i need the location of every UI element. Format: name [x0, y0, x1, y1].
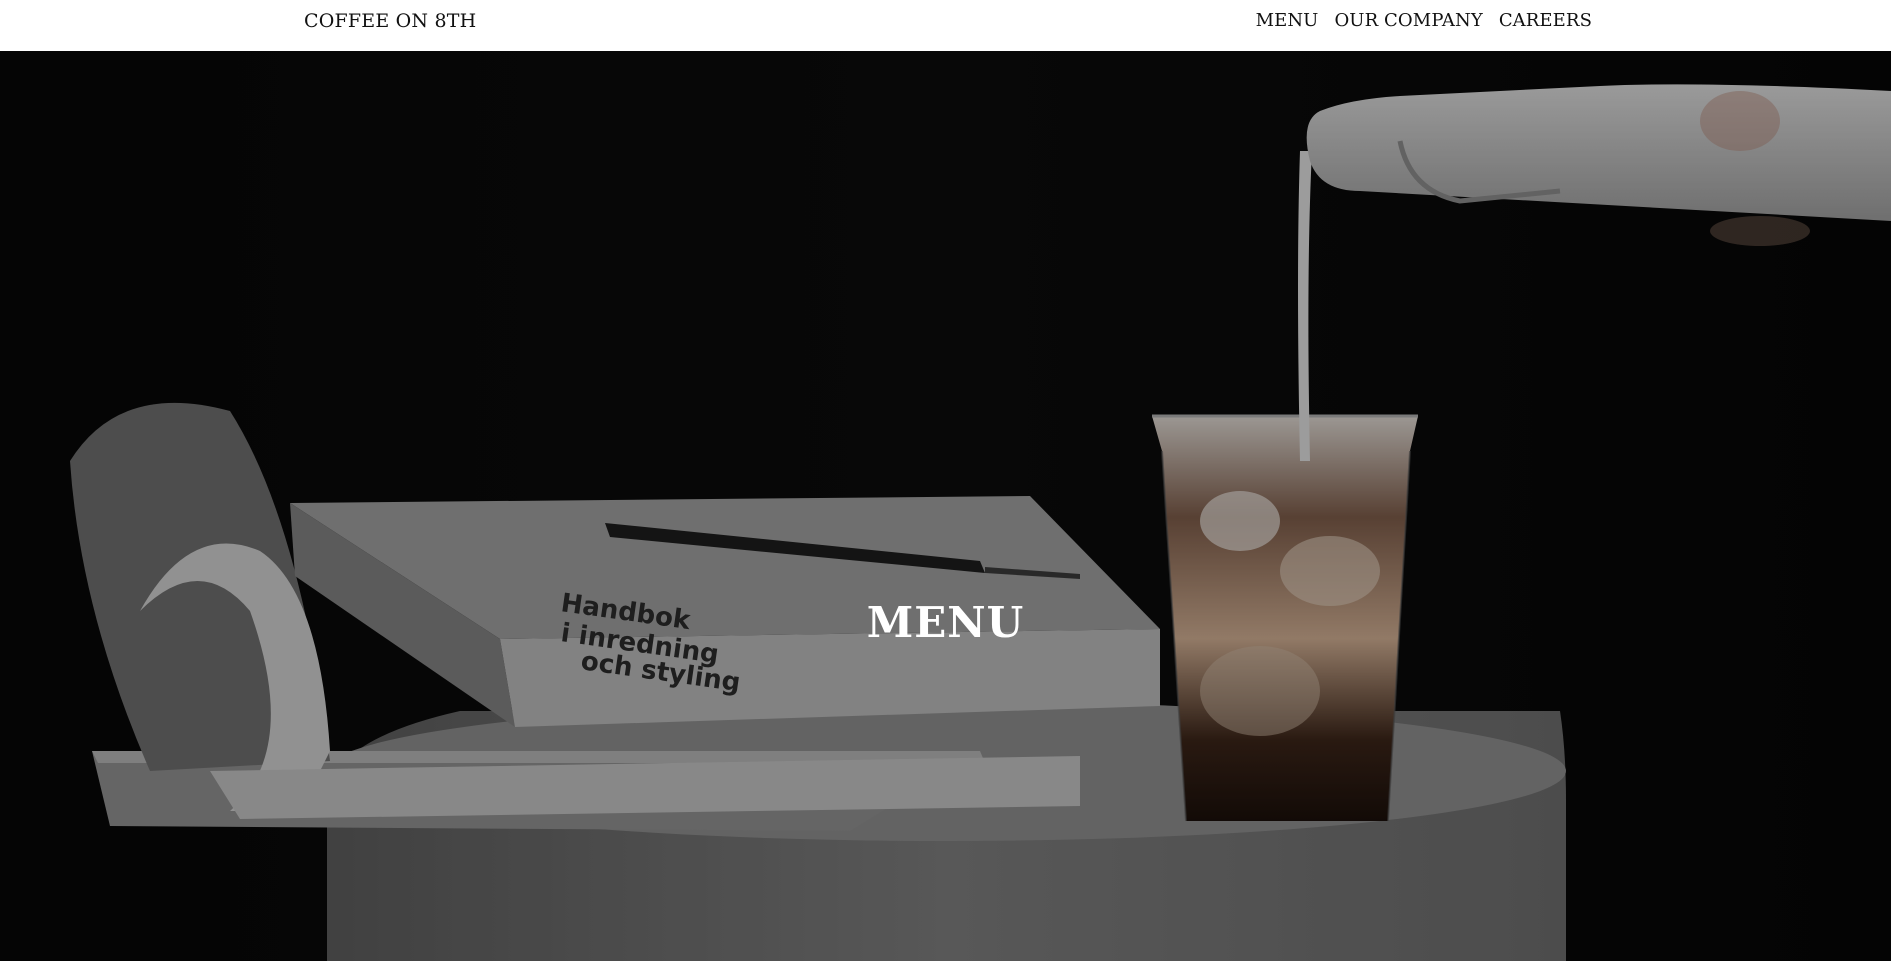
hero-banner: Handbok i inredning och styling MENU — [0, 51, 1891, 961]
hero-title: MENU — [866, 598, 1025, 648]
nav-item-menu[interactable]: MENU — [1256, 10, 1319, 31]
site-header: COFFEE ON 8TH MENU OUR COMPANY CAREERS — [0, 0, 1891, 51]
hero-background-photo: Handbok i inredning och styling — [0, 51, 1891, 961]
nav-item-careers[interactable]: CAREERS — [1499, 10, 1592, 31]
main-nav: MENU OUR COMPANY CAREERS — [1256, 10, 1592, 31]
nav-item-our-company[interactable]: OUR COMPANY — [1334, 10, 1482, 31]
brand-logo-link[interactable]: COFFEE ON 8TH — [304, 10, 476, 32]
